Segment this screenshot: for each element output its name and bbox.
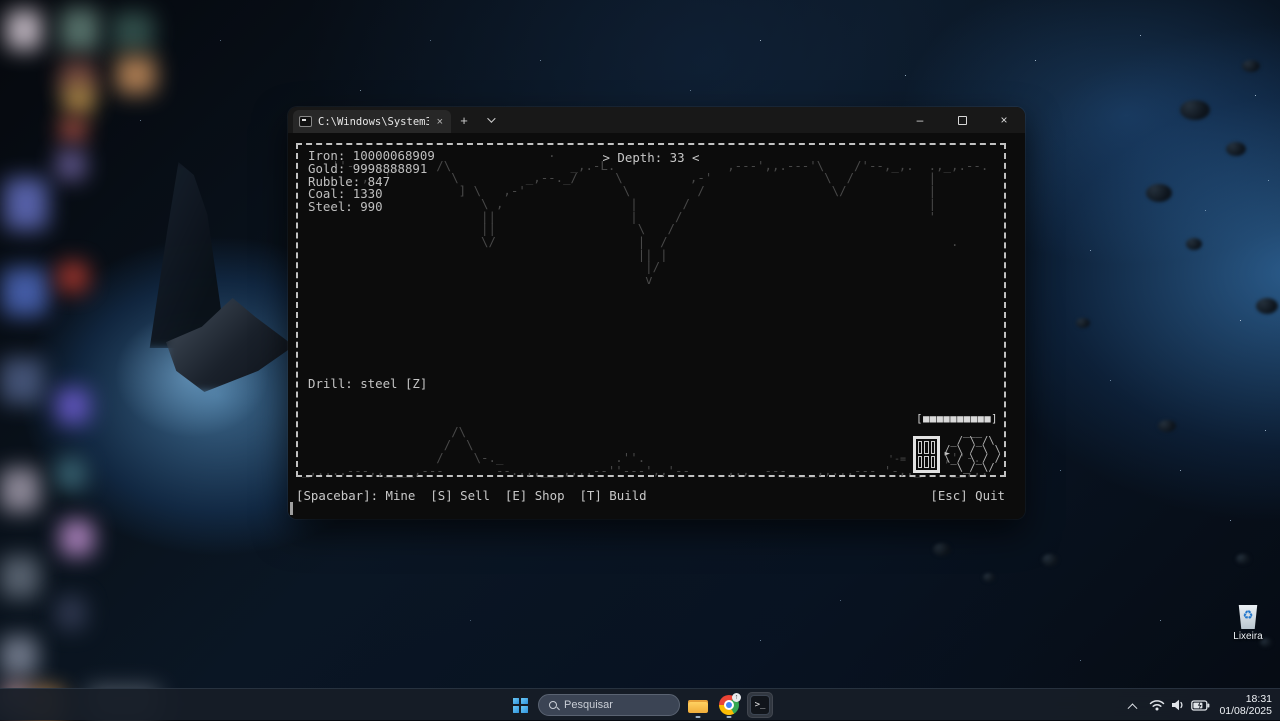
action-hints-left: [Spacebar]: Mine [S] Sell [E] Shop [T] B…	[296, 488, 647, 503]
cmd-icon	[299, 116, 312, 127]
chrome-icon: ↑	[719, 695, 739, 715]
search-icon	[549, 701, 557, 709]
game-viewport: . ''--..,_,. /\ _,.-L. ,---',,.---'\ /'-…	[296, 143, 1006, 477]
terminal-icon: >_	[750, 695, 770, 715]
search-input[interactable]: Pesquisar	[538, 694, 680, 716]
tab-dropdown-button[interactable]	[477, 107, 503, 133]
chrome-button[interactable]: ↑	[716, 692, 742, 718]
asteroid	[1242, 60, 1260, 72]
taskbar: Pesquisar ↑ >_	[0, 688, 1280, 720]
building-structure	[913, 436, 940, 473]
desktop-icon-blurred	[116, 56, 156, 94]
start-button[interactable]	[507, 692, 533, 718]
desktop-icon-blurred	[0, 556, 40, 598]
windows-logo-icon	[513, 698, 528, 713]
recycle-bin-icon: ♻	[1238, 604, 1259, 629]
desktop-icon-blurred	[60, 8, 100, 52]
file-explorer-button[interactable]	[685, 692, 711, 718]
clock-time: 18:31	[1219, 693, 1272, 705]
asteroid	[1186, 238, 1202, 250]
new-tab-button[interactable]: +	[451, 107, 477, 133]
clock-date: 01/08/2025	[1219, 705, 1272, 717]
progress-bar: [■■■■■■■■■■]	[916, 413, 998, 425]
depth-indicator: > Depth: 33 <	[603, 150, 700, 165]
recycle-bin-label: Lixeira	[1224, 631, 1272, 642]
chrome-update-badge: ↑	[732, 693, 741, 702]
terminal-taskbar-button[interactable]: >_	[747, 692, 773, 718]
action-hints: [Spacebar]: Mine [S] Sell [E] Shop [T] B…	[296, 488, 1005, 503]
desktop-icon-blurred	[0, 358, 44, 404]
recycle-symbol-icon: ♻	[1238, 609, 1259, 621]
maximize-button[interactable]	[941, 107, 983, 133]
asteroid	[983, 573, 995, 582]
asteroid	[1146, 184, 1172, 202]
running-indicator	[727, 716, 732, 719]
asteroid	[1236, 554, 1250, 564]
desktop-icon-blurred	[4, 178, 48, 230]
desktop-icon-blurred	[56, 458, 86, 490]
window-titlebar[interactable]: C:\Windows\System32\cmd.e × + – ×	[288, 107, 1025, 133]
desktop-icon-blurred	[56, 388, 90, 424]
chevron-down-icon	[487, 114, 495, 122]
battery-icon	[1191, 700, 1210, 711]
running-indicator	[696, 716, 701, 719]
desktop-icon-blurred	[58, 262, 88, 292]
asteroid	[1158, 420, 1176, 432]
desktop-icon-blurred	[0, 468, 40, 512]
desktop-icon-blurred	[6, 10, 42, 50]
asteroid	[1076, 318, 1090, 328]
volume-icon	[1171, 699, 1185, 711]
desktop-icon-blurred	[112, 12, 154, 52]
desktop-icon-blurred	[56, 596, 86, 630]
tab-close-icon[interactable]: ×	[435, 116, 445, 128]
asteroid	[1256, 298, 1278, 314]
desktop-icon-blurred	[0, 636, 38, 676]
terminal-cursor	[290, 502, 293, 515]
system-tray[interactable]	[1149, 699, 1210, 711]
hex-structure-ascii: ___ _/ \_/\ / \ / \ \ \_/ \_/ / \_/ \/	[944, 428, 1001, 473]
wifi-icon	[1149, 699, 1165, 711]
desktop-icon-blurred	[64, 84, 94, 114]
desktop-icon-blurred	[56, 150, 86, 180]
stars-decor	[0, 0, 1, 1]
drill-status: Drill: steel [Z]	[308, 376, 427, 391]
tab-title: C:\Windows\System32\cmd.e	[318, 116, 429, 128]
action-hints-right: [Esc] Quit	[930, 488, 1005, 503]
chevron-up-icon	[1128, 703, 1138, 713]
recycle-bin[interactable]: ♻ Lixeira	[1224, 604, 1272, 642]
ground-marks: '-=	[888, 454, 906, 465]
terminal-tab[interactable]: C:\Windows\System32\cmd.e ×	[293, 110, 451, 133]
asteroid	[1180, 100, 1210, 120]
folder-icon	[688, 698, 708, 713]
close-button[interactable]: ×	[983, 107, 1025, 133]
terminal-content[interactable]: . ''--..,_,. /\ _,.-L. ,---',,.---'\ /'-…	[288, 133, 1025, 519]
asteroid	[933, 543, 951, 556]
minimize-button[interactable]: –	[899, 107, 941, 133]
clock[interactable]: 18:31 01/08/2025	[1219, 693, 1272, 717]
search-placeholder: Pesquisar	[564, 699, 613, 711]
terminal-window[interactable]: C:\Windows\System32\cmd.e × + – × . ''--…	[288, 107, 1025, 519]
resource-stats: Iron: 10000068909 Gold: 9998888891 Rubbl…	[308, 150, 435, 214]
desktop-icon-blurred	[60, 118, 86, 142]
asteroid	[1042, 554, 1058, 566]
desktop-icon-blurred	[60, 520, 94, 556]
desktop-icon-blurred	[2, 268, 48, 316]
maximize-icon	[958, 116, 967, 125]
tray-overflow-button[interactable]	[1125, 698, 1140, 713]
asteroid	[1226, 142, 1246, 156]
